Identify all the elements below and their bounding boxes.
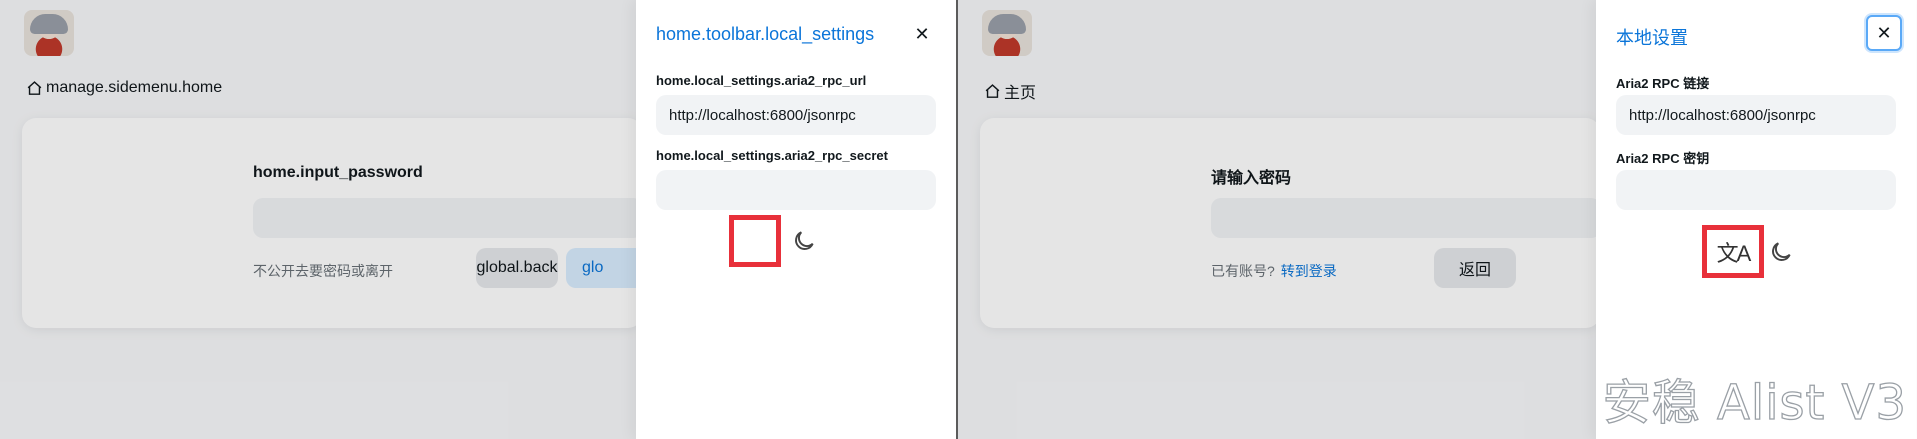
left-screenshot-panel: manage.sidemenu.home home.input_password… — [0, 0, 956, 439]
rpc-url-input[interactable] — [1616, 95, 1896, 135]
rpc-secret-input[interactable] — [656, 170, 936, 210]
drawer-title: 本地设置 — [1616, 28, 1688, 48]
moon-icon[interactable] — [791, 228, 817, 254]
language-toggle-button[interactable] — [729, 215, 781, 267]
toolbar-toggles — [729, 215, 817, 267]
close-icon: ✕ — [1876, 22, 1892, 43]
close-icon: ✕ — [914, 23, 930, 44]
close-button[interactable]: ✕ — [906, 18, 938, 50]
rpc-secret-label: home.local_settings.aria2_rpc_secret — [656, 148, 888, 163]
rpc-secret-label: Aria2 RPC 密钥 — [1616, 151, 1710, 166]
rpc-url-label: home.local_settings.aria2_rpc_url — [656, 73, 867, 88]
drawer-backdrop[interactable] — [958, 0, 1596, 439]
local-settings-drawer: home.toolbar.local_settings ✕ home.local… — [636, 0, 956, 439]
watermark: 安稳 Alist V3 — [1602, 374, 1907, 431]
translate-icon: 文A — [1716, 240, 1752, 266]
rpc-url-label: Aria2 RPC 链接 — [1616, 76, 1710, 91]
rpc-url-input[interactable] — [656, 95, 936, 135]
right-screenshot-panel: 主页 请输入密码 已有账号? 转到登录 返回 本地设置 ✕ Aria2 RPC 链… — [958, 0, 1917, 439]
close-button[interactable]: ✕ — [1866, 15, 1902, 51]
rpc-secret-input[interactable] — [1616, 170, 1896, 210]
language-toggle-button[interactable]: 文A — [1702, 225, 1764, 278]
drawer-backdrop[interactable] — [0, 0, 636, 439]
toolbar-toggles: 文A — [1702, 225, 1794, 278]
moon-icon[interactable] — [1768, 239, 1794, 265]
drawer-title: home.toolbar.local_settings — [656, 24, 875, 44]
